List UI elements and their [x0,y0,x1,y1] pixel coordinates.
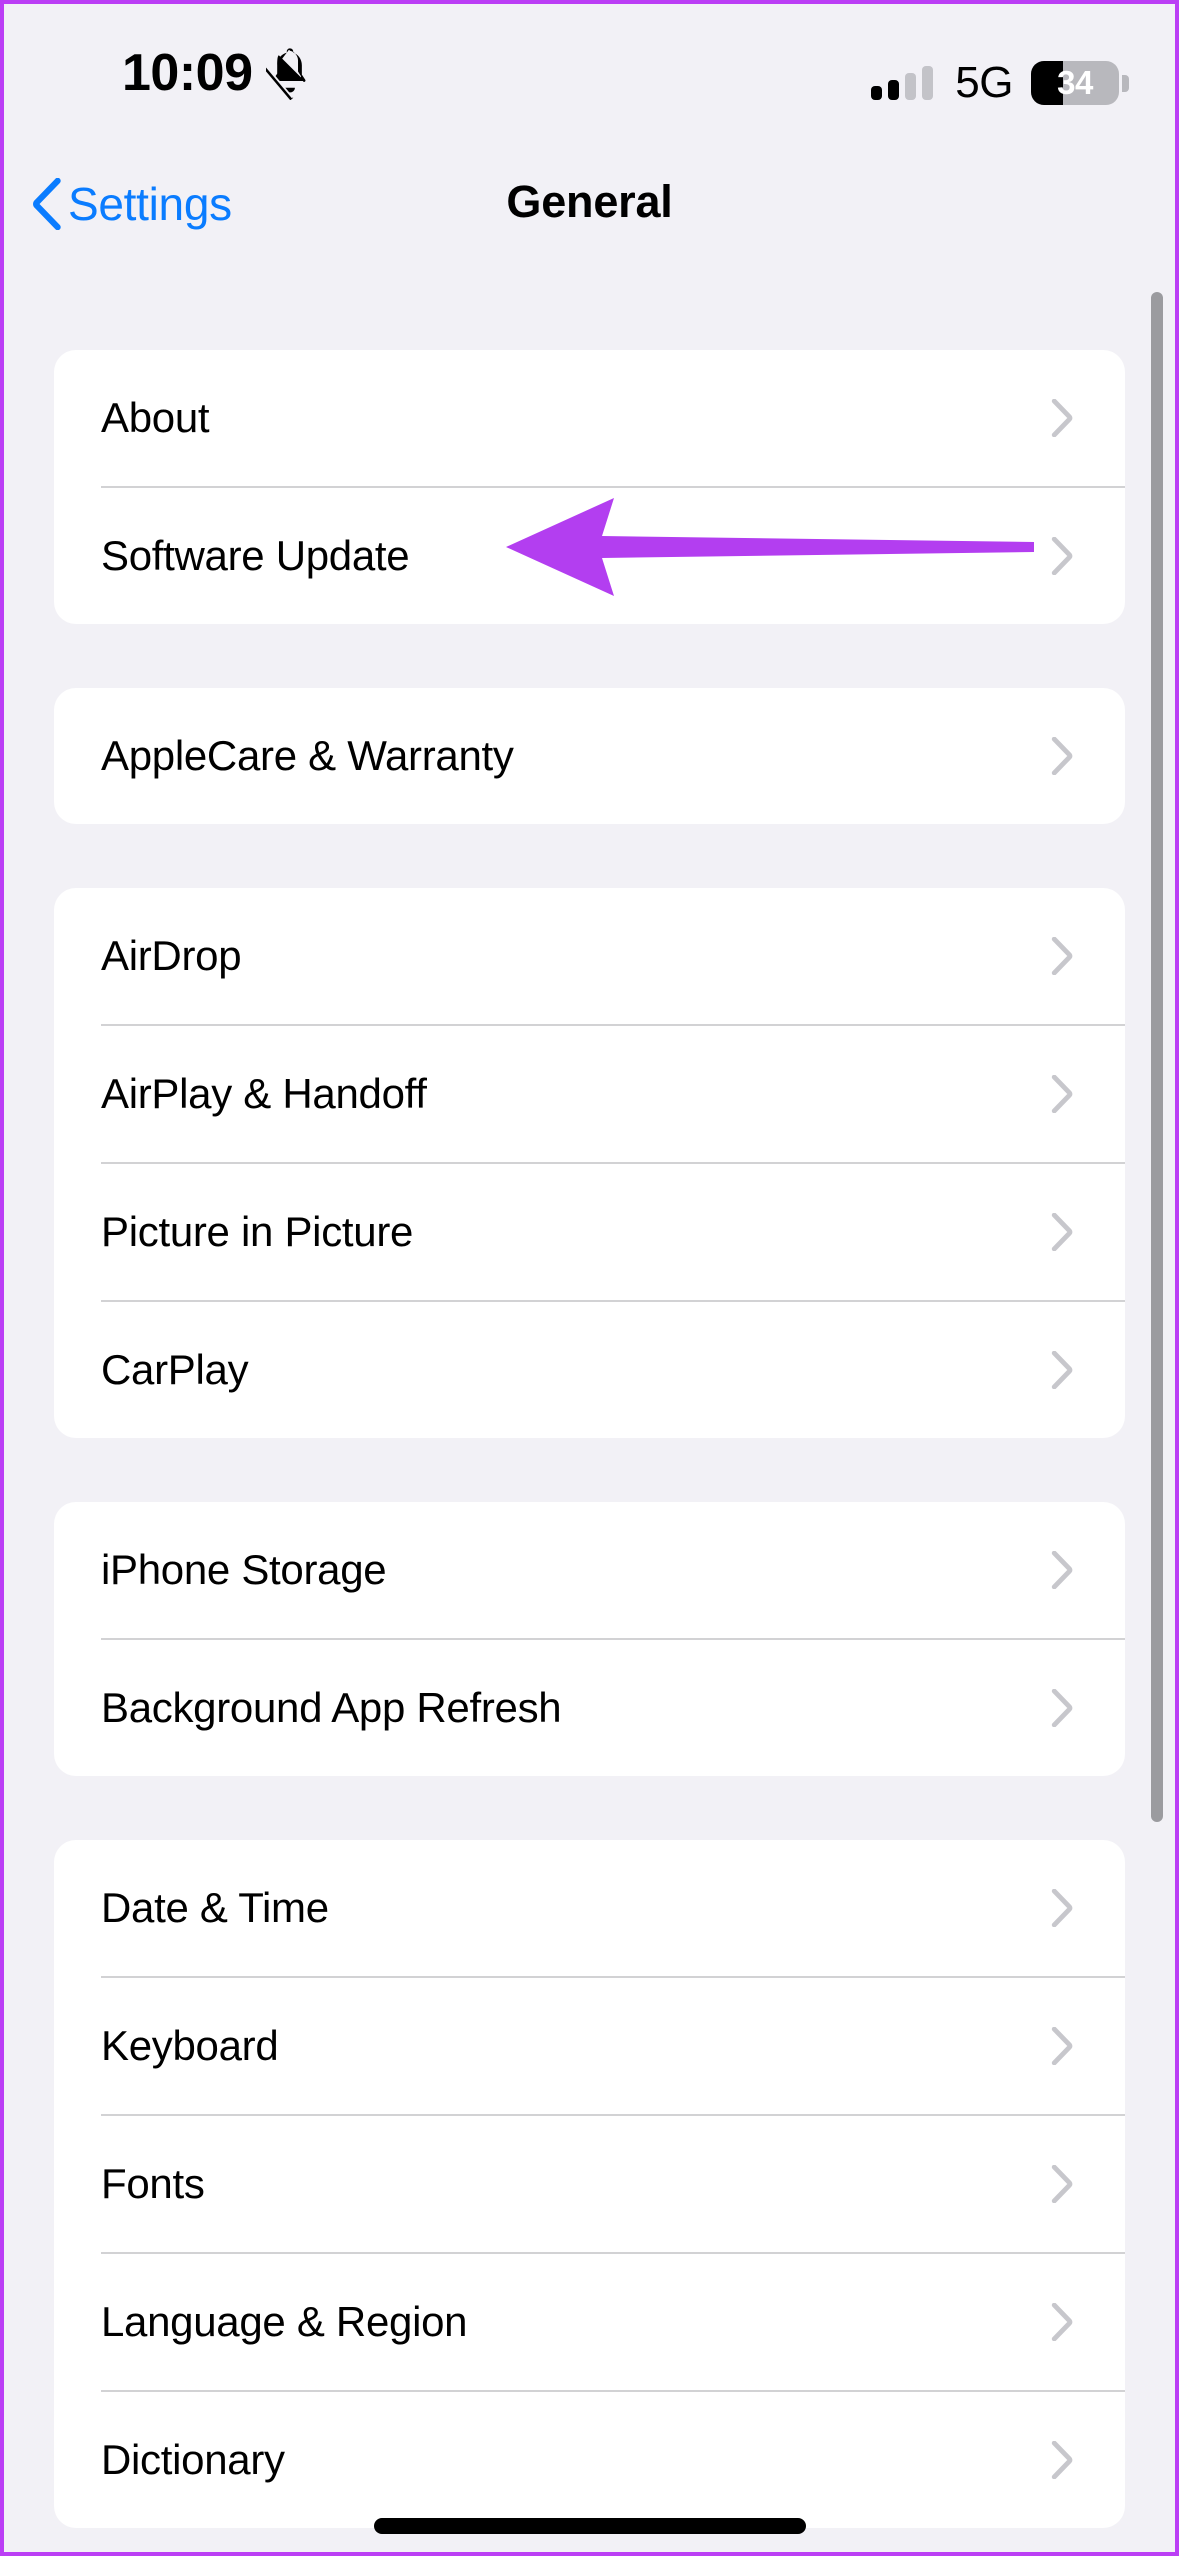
navigation-bar: Settings General [4,154,1175,264]
bell-slash-icon [266,48,306,100]
row-label: Dictionary [101,2436,285,2483]
battery-cap [1122,74,1129,92]
chevron-right-icon [1051,1351,1073,1389]
row-label: Fonts [101,2160,205,2207]
status-bar: 10:09 5G 34 [4,4,1175,154]
row-label: Keyboard [101,2022,279,2069]
page-title: General [506,176,673,227]
row-keyboard[interactable]: Keyboard [54,1978,1125,2114]
status-time: 10:09 [122,44,253,102]
scrollbar-thumb[interactable] [1151,292,1163,1822]
row-label: AirDrop [101,932,242,979]
chevron-right-icon [1051,1689,1073,1727]
row-software-update[interactable]: Software Update [54,488,1125,624]
row-label: AirPlay & Handoff [101,1070,427,1117]
section-connectivity: AirDrop AirPlay & Handoff Picture in Pic… [54,888,1125,1438]
section-storage: iPhone Storage Background App Refresh [54,1502,1125,1776]
chevron-right-icon [1051,1213,1073,1251]
row-iphone-storage[interactable]: iPhone Storage [54,1502,1125,1638]
row-applecare-warranty[interactable]: AppleCare & Warranty [54,688,1125,824]
battery-icon: 34 [1031,61,1129,105]
chevron-right-icon [1051,737,1073,775]
chevron-right-icon [1051,1551,1073,1589]
chevron-right-icon [1051,2027,1073,2065]
row-label: Software Update [101,532,410,579]
chevron-right-icon [1051,399,1073,437]
row-dictionary[interactable]: Dictionary [54,2392,1125,2528]
cellular-signal-icon [871,66,934,100]
phone-screen: 10:09 5G 34 Settings General About Softw… [0,0,1179,2556]
row-label: Date & Time [101,1884,329,1931]
row-label: iPhone Storage [101,1546,387,1593]
row-label: AppleCare & Warranty [101,732,514,779]
row-label: Background App Refresh [101,1684,562,1731]
row-fonts[interactable]: Fonts [54,2116,1125,2252]
settings-list: About Software Update AppleCare & Warran… [4,264,1175,2552]
section-about: About Software Update [54,350,1125,624]
scrollbar[interactable] [1151,292,1163,1822]
home-indicator[interactable] [373,2518,806,2534]
network-type-label: 5G [955,58,1013,107]
section-applecare: AppleCare & Warranty [54,688,1125,824]
row-date-time[interactable]: Date & Time [54,1840,1125,1976]
chevron-right-icon [1051,537,1073,575]
row-airplay-handoff[interactable]: AirPlay & Handoff [54,1026,1125,1162]
row-carplay[interactable]: CarPlay [54,1302,1125,1438]
row-language-region[interactable]: Language & Region [54,2254,1125,2390]
row-label: Picture in Picture [101,1208,414,1255]
chevron-right-icon [1051,1075,1073,1113]
chevron-right-icon [1051,2303,1073,2341]
row-label: Language & Region [101,2298,468,2345]
row-label: About [101,394,210,441]
row-airdrop[interactable]: AirDrop [54,888,1125,1024]
row-background-app-refresh[interactable]: Background App Refresh [54,1640,1125,1776]
status-indicators: 5G 34 [871,54,1129,112]
row-about[interactable]: About [54,350,1125,486]
row-picture-in-picture[interactable]: Picture in Picture [54,1164,1125,1300]
chevron-right-icon [1051,937,1073,975]
chevron-right-icon [1051,1889,1073,1927]
row-label: CarPlay [101,1346,249,1393]
chevron-right-icon [1051,2165,1073,2203]
section-locale: Date & Time Keyboard Fonts Language & Re… [54,1840,1125,2528]
chevron-right-icon [1051,2441,1073,2479]
battery-percent-label: 34 [1057,64,1093,101]
